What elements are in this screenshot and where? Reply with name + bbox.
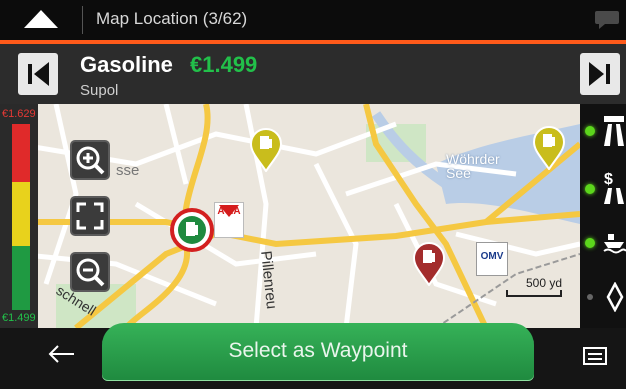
- select-as-waypoint-label: Select as Waypoint: [228, 339, 408, 362]
- station-name: Supol: [80, 82, 119, 99]
- price-scale-min: €1.499: [2, 312, 36, 324]
- price-scale-max: €1.629: [2, 108, 36, 120]
- price-scale-low-segment: [12, 246, 30, 310]
- price-scale-high-segment: [12, 124, 30, 182]
- fuel-station-pin[interactable]: [532, 126, 566, 170]
- menu-icon[interactable]: [582, 346, 608, 366]
- price-scale-mid-segment: [12, 182, 30, 246]
- selected-fuel-station-pin[interactable]: [170, 208, 214, 252]
- chevron-right-icon: [589, 62, 610, 86]
- map-label-lake: Wöhrder See: [446, 151, 500, 181]
- fuel-station-pin[interactable]: [249, 128, 283, 172]
- chevron-left-icon: [28, 62, 49, 86]
- status-dot: [585, 238, 595, 248]
- omv-brand-logo: OMV: [476, 242, 508, 276]
- zoom-out-icon: [76, 258, 105, 287]
- fit-view-button[interactable]: [70, 196, 110, 236]
- next-location-button[interactable]: [580, 53, 620, 95]
- up-arrow-home-icon[interactable]: [14, 8, 68, 32]
- avia-brand-logo: AVIA: [214, 202, 244, 238]
- zoom-in-icon: [76, 146, 105, 175]
- status-dot: [587, 294, 593, 300]
- back-arrow-icon[interactable]: [46, 344, 76, 364]
- status-dot: [585, 126, 595, 136]
- fuel-type: Gasoline: [80, 52, 173, 77]
- map-view[interactable]: sse Wöhrder See Pillenreu schnell AVIA O…: [16, 104, 580, 328]
- fit-view-icon: [76, 202, 104, 230]
- svg-text:$: $: [604, 171, 613, 188]
- previous-location-button[interactable]: [18, 53, 58, 95]
- zoom-in-button[interactable]: [70, 140, 110, 180]
- ferry-icon[interactable]: [602, 230, 626, 254]
- fuel-price: €1.499: [190, 52, 258, 77]
- fuel-station-pin[interactable]: [412, 242, 446, 286]
- highway-icon[interactable]: [602, 114, 626, 148]
- status-dot: [585, 184, 595, 194]
- select-as-waypoint-button[interactable]: Select as Waypoint: [102, 323, 534, 381]
- page-title: Map Location (3/62): [96, 9, 248, 28]
- poi-category-panel: $: [580, 104, 626, 328]
- top-bar: Map Location (3/62): [0, 0, 626, 40]
- map-scale: 500 yd: [506, 276, 562, 297]
- price-scale: €1.629 €1.499: [0, 104, 38, 328]
- speech-bubble-icon[interactable]: [594, 8, 620, 30]
- map-label-street: sse: [116, 162, 140, 179]
- diamond-icon[interactable]: [606, 282, 624, 312]
- fuel-info-bar: Gasoline €1.499 Supol: [0, 44, 626, 104]
- toll-road-icon[interactable]: $: [602, 170, 626, 206]
- title-divider: [82, 6, 83, 34]
- zoom-out-button[interactable]: [70, 252, 110, 292]
